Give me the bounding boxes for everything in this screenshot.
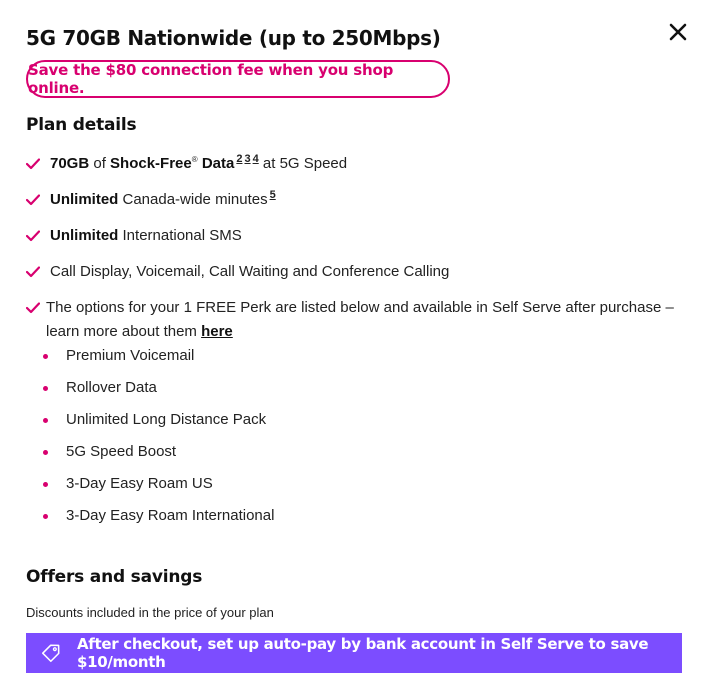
feature-data: 70GB of Shock-Free® Data 2 3 4 at 5G Speed xyxy=(26,152,683,176)
feature-rest: The options for your 1 FREE Perk are lis… xyxy=(46,299,674,340)
autopay-text: After checkout, set up auto-pay by bank … xyxy=(76,635,649,671)
check-icon xyxy=(26,296,46,320)
data-label: Data xyxy=(197,155,235,172)
footnote-ref[interactable]: 3 xyxy=(244,153,250,165)
feature-rest: International SMS xyxy=(118,227,242,244)
feature-minutes: Unlimited Canada-wide minutes 5 xyxy=(26,188,683,212)
bullet-icon xyxy=(43,354,48,359)
bullet-icon xyxy=(43,450,48,455)
bullet-icon xyxy=(43,386,48,391)
offers-heading: Offers and savings xyxy=(26,567,203,587)
feature-text: The options for your 1 FREE Perk are lis… xyxy=(46,296,683,344)
bullet-icon xyxy=(43,482,48,487)
plan-details-modal: 5G 70GB Nationwide (up to 250Mbps) Save … xyxy=(0,0,703,687)
modal-title: 5G 70GB Nationwide (up to 250Mbps) xyxy=(26,26,441,50)
feature-text: Unlimited International SMS xyxy=(46,224,242,248)
plan-details-heading: Plan details xyxy=(26,115,137,135)
feature-perk: The options for your 1 FREE Perk are lis… xyxy=(26,296,683,344)
list-item: 3-Day Easy Roam US xyxy=(40,472,274,504)
autopay-banner: After checkout, set up auto-pay by bank … xyxy=(26,633,682,673)
feature-text: 70GB of Shock-Free® Data 2 3 4 at 5G Speed xyxy=(46,152,347,176)
learn-more-link[interactable]: here xyxy=(201,323,233,340)
feature-bold: Unlimited xyxy=(50,227,119,244)
promo-text: Save the $80 connection fee when you sho… xyxy=(28,61,394,97)
tag-icon xyxy=(26,642,77,664)
shock-free-label: Shock-Free xyxy=(110,155,192,172)
close-button[interactable] xyxy=(664,18,692,46)
footnote-ref[interactable]: 5 xyxy=(270,189,276,201)
feature-text: Call Display, Voicemail, Call Waiting an… xyxy=(50,263,450,280)
feature-sms: Unlimited International SMS xyxy=(26,224,683,248)
check-icon xyxy=(26,152,46,176)
list-item: 3-Day Easy Roam International xyxy=(40,504,274,536)
perk-label: 3-Day Easy Roam US xyxy=(66,475,213,492)
list-item: Premium Voicemail xyxy=(40,344,274,376)
list-item: 5G Speed Boost xyxy=(40,440,274,472)
check-icon xyxy=(26,260,46,284)
bullet-icon xyxy=(43,418,48,423)
close-icon xyxy=(669,23,687,41)
discount-label: Discounts included in the price of your … xyxy=(26,605,274,620)
list-item: Rollover Data xyxy=(40,376,274,408)
perk-label: 5G Speed Boost xyxy=(66,443,177,460)
perk-list: Premium Voicemail Rollover Data Unlimite… xyxy=(40,344,274,536)
feature-bold: Unlimited xyxy=(50,191,119,208)
check-icon xyxy=(26,224,46,248)
data-amount: 70GB xyxy=(50,155,90,172)
feature-calling: Call Display, Voicemail, Call Waiting an… xyxy=(26,260,683,284)
feature-rest: at 5G Speed xyxy=(258,155,348,172)
feature-text: Unlimited Canada-wide minutes 5 xyxy=(46,188,276,212)
check-icon xyxy=(26,188,46,212)
perk-label: Rollover Data xyxy=(66,379,157,396)
perk-label: Unlimited Long Distance Pack xyxy=(66,411,267,428)
feature-rest: Canada-wide minutes xyxy=(118,191,268,208)
bullet-icon xyxy=(43,514,48,519)
feature-of: of xyxy=(89,155,111,172)
promo-banner: Save the $80 connection fee when you sho… xyxy=(26,60,450,98)
perk-label: Premium Voicemail xyxy=(66,347,195,364)
list-item: Unlimited Long Distance Pack xyxy=(40,408,274,440)
footnote-ref[interactable]: 2 xyxy=(236,153,242,165)
perk-label: 3-Day Easy Roam International xyxy=(66,507,275,524)
